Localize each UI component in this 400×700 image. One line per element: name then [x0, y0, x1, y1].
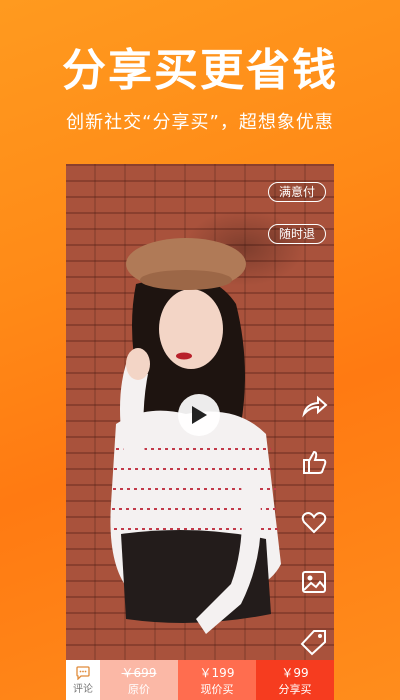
like-button[interactable] — [298, 446, 330, 478]
comment-label: 评论 — [73, 683, 93, 695]
play-icon — [192, 406, 207, 424]
headline: 分享买更省钱 — [62, 45, 338, 96]
favorite-button[interactable] — [298, 506, 330, 538]
thumbs-up-icon — [303, 450, 327, 474]
share-buy-label: 分享买 — [278, 682, 312, 696]
gallery-button[interactable] — [298, 566, 330, 598]
original-price-label: 原价 — [128, 682, 150, 696]
image-icon — [302, 571, 326, 593]
heart-icon — [301, 512, 327, 534]
return-anytime-badge[interactable]: 随时退 — [267, 224, 326, 244]
satisfied-pay-badge[interactable]: 满意付 — [267, 182, 326, 202]
share-price: ￥99 — [281, 665, 309, 680]
share-buy-button[interactable]: ￥99 分享买 — [256, 660, 334, 700]
purchase-bar: 评论 ￥699 原价 ￥199 现价买 ￥99 分享买 — [66, 660, 334, 700]
subheadline: 创新社交“分享买”，超想象优惠 — [66, 112, 334, 133]
price-tag-button[interactable] — [298, 626, 330, 658]
original-price-button[interactable]: ￥699 原价 — [100, 660, 178, 700]
comment-icon — [76, 665, 90, 680]
comment-button[interactable]: 评论 — [66, 660, 100, 700]
share-icon — [302, 395, 328, 418]
share-button[interactable] — [298, 390, 330, 422]
play-button[interactable] — [178, 394, 220, 436]
current-price-label: 现价买 — [200, 682, 234, 696]
video-screen: 满意付 随时退 评论 ￥699 原价 ￥199 现价买 ￥99 分享买 — [66, 164, 334, 700]
buy-now-button[interactable]: ￥199 现价买 — [178, 660, 256, 700]
current-price: ￥199 — [199, 665, 235, 680]
original-price: ￥699 — [121, 665, 157, 680]
tag-icon — [300, 630, 326, 656]
